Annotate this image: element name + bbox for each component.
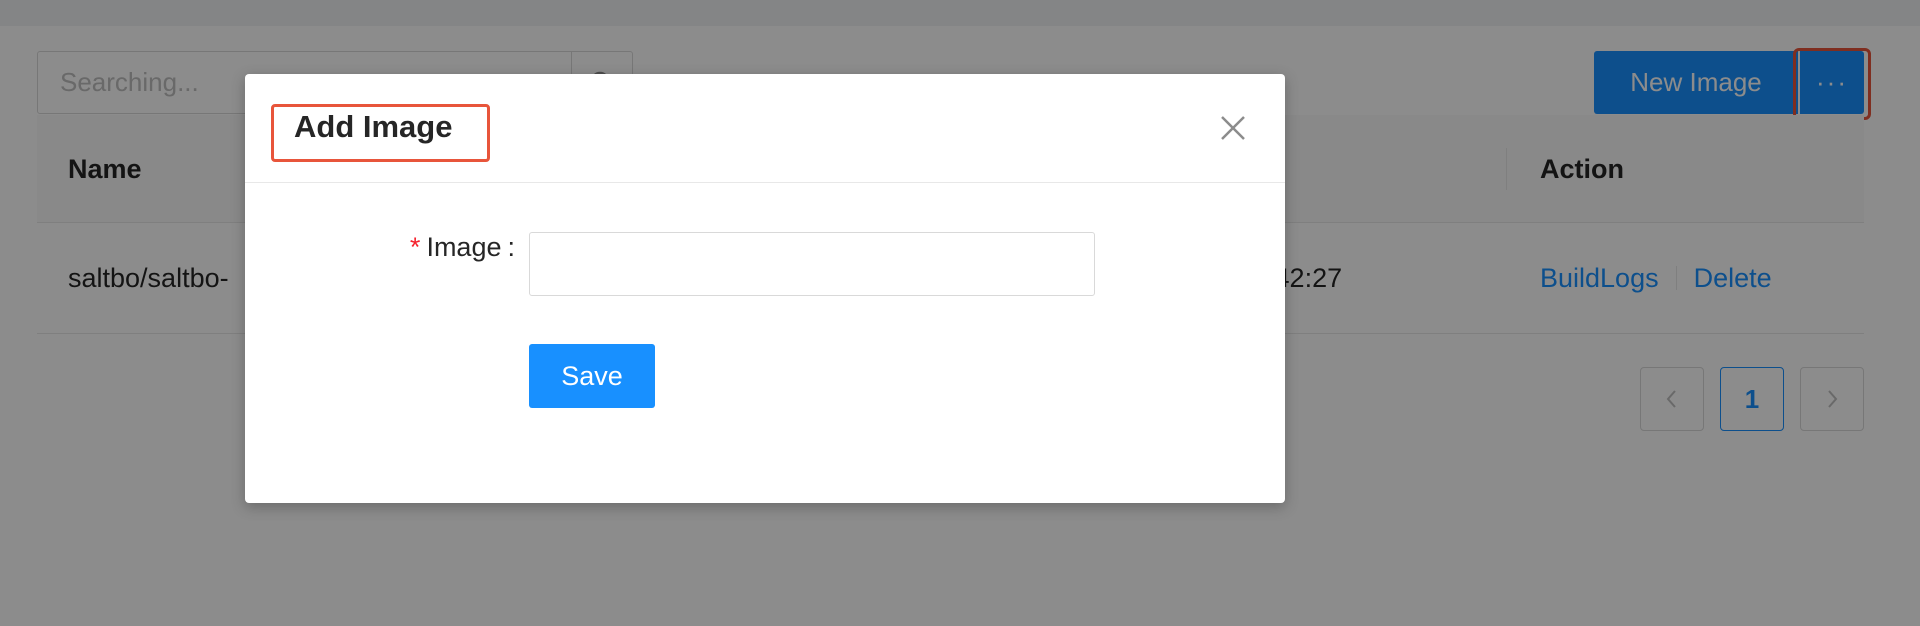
- image-input[interactable]: [529, 232, 1095, 296]
- required-mark: *: [409, 232, 421, 262]
- close-icon: [1221, 116, 1245, 140]
- modal-header: Add Image: [245, 74, 1285, 183]
- add-image-modal: Add Image * Image: Save: [245, 74, 1285, 503]
- image-field-label: * Image:: [245, 232, 515, 264]
- title-highlight: [271, 104, 490, 162]
- label-colon: :: [507, 232, 515, 262]
- save-button[interactable]: Save: [529, 344, 655, 408]
- image-label-text: Image: [426, 232, 502, 262]
- close-button[interactable]: [1209, 104, 1257, 152]
